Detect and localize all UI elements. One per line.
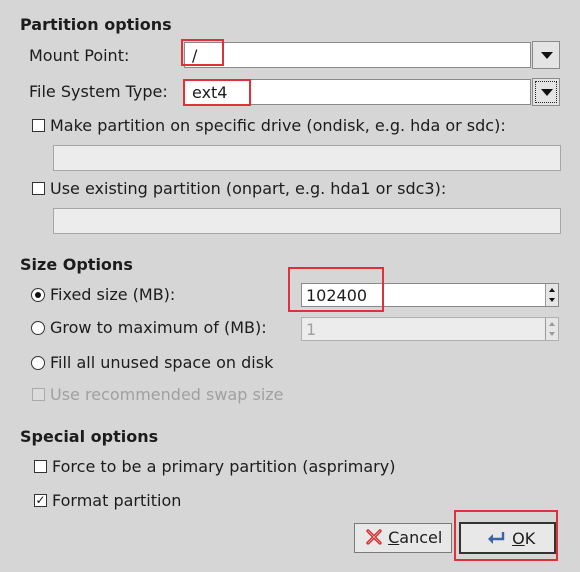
grow-value: 1 xyxy=(306,320,317,339)
onpart-input xyxy=(53,208,561,234)
special-options-title: Special options xyxy=(20,427,159,446)
chevron-down-icon xyxy=(541,89,553,96)
mount-point-dropdown-button[interactable] xyxy=(532,41,560,69)
mount-point-label: Mount Point: xyxy=(29,46,130,65)
fixed-size-label[interactable]: Fixed size (MB): xyxy=(50,285,175,305)
cancel-label: ancel xyxy=(399,528,443,547)
primary-label[interactable]: Force to be a primary partition (asprima… xyxy=(52,457,395,477)
cancel-button[interactable]: Cancel xyxy=(354,523,452,553)
grow-spinbox: 1 xyxy=(301,317,559,341)
fill-radio[interactable] xyxy=(31,356,45,370)
spin-up-icon xyxy=(549,322,555,326)
swap-label: Use recommended swap size xyxy=(50,385,284,404)
size-options-title: Size Options xyxy=(20,255,133,274)
ok-mnemonic: O xyxy=(512,529,525,548)
spin-arrows xyxy=(545,318,558,340)
partition-options-title: Partition options xyxy=(20,15,172,34)
ondisk-label[interactable]: Make partition on specific drive (ondisk… xyxy=(50,116,506,136)
ok-label: K xyxy=(524,529,536,548)
grow-radio[interactable] xyxy=(31,321,45,335)
fixed-size-spinbox[interactable]: 102400 xyxy=(301,283,559,307)
fs-type-dropdown-button[interactable] xyxy=(532,78,560,106)
spin-arrows[interactable] xyxy=(545,284,558,306)
primary-checkbox[interactable] xyxy=(34,460,47,473)
format-label[interactable]: Format partition xyxy=(52,491,181,511)
format-checkbox[interactable]: ✓ xyxy=(34,493,47,507)
fixed-size-value: 102400 xyxy=(306,286,368,305)
fs-type-label: File System Type: xyxy=(29,82,168,101)
ondisk-checkbox[interactable] xyxy=(32,119,45,132)
fs-type-input[interactable]: ext4 xyxy=(184,79,531,105)
swap-checkbox xyxy=(32,388,45,401)
mount-point-input[interactable]: / xyxy=(184,42,531,68)
checkmark-icon: ✓ xyxy=(35,493,46,507)
chevron-down-icon xyxy=(541,52,553,59)
grow-label[interactable]: Grow to maximum of (MB): xyxy=(50,318,267,338)
cancel-mnemonic: C xyxy=(388,528,400,547)
spin-down-icon xyxy=(549,332,555,336)
spin-up-icon xyxy=(549,288,555,292)
fill-label[interactable]: Fill all unused space on disk xyxy=(50,353,273,373)
spin-down-icon xyxy=(549,298,555,302)
fixed-size-radio[interactable] xyxy=(31,288,45,302)
radio-selected-dot xyxy=(35,292,41,298)
onpart-checkbox[interactable] xyxy=(32,182,45,195)
ondisk-input xyxy=(53,145,561,171)
cancel-x-icon xyxy=(366,529,382,545)
return-arrow-icon xyxy=(488,532,505,544)
ok-button[interactable]: OK xyxy=(459,522,556,554)
fs-type-value: ext4 xyxy=(192,83,228,102)
mount-point-value: / xyxy=(192,46,198,65)
onpart-label[interactable]: Use existing partition (onpart, e.g. hda… xyxy=(50,179,446,199)
